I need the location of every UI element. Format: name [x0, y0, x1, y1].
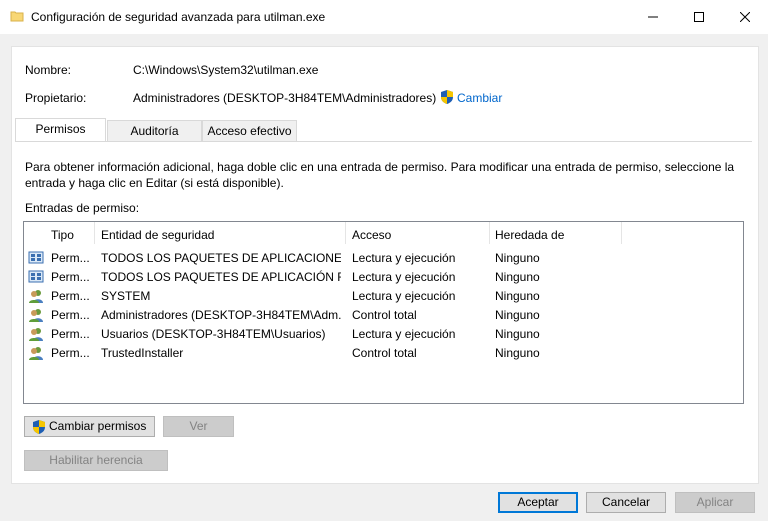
title-bar: Configuración de seguridad avanzada para… [0, 0, 768, 34]
tab-label: Acceso efectivo [207, 124, 292, 138]
cell-type: Perm... [51, 270, 90, 284]
cell-access: Control total [352, 308, 417, 322]
column-separator [94, 222, 95, 244]
cell-principal: SYSTEM [101, 289, 151, 303]
column-header-tipo[interactable]: Tipo [51, 227, 74, 243]
table-row[interactable]: Perm... TODOS LOS PAQUETES DE APLICACIÓN … [24, 268, 741, 287]
package-icon [28, 270, 44, 283]
cell-type: Perm... [51, 289, 90, 303]
view-button[interactable]: Ver [163, 416, 234, 437]
users-icon [29, 309, 43, 322]
cell-principal: TODOS LOS PAQUETES DE APLICACIÓN RE... [101, 270, 341, 284]
column-header-acceso[interactable]: Acceso [352, 227, 391, 243]
name-value: C:\Windows\System32\utilman.exe [133, 63, 319, 77]
cancel-button[interactable]: Cancelar [586, 492, 666, 513]
table-row[interactable]: Perm... SYSTEM Lectura y ejecución Ninguno [24, 287, 741, 306]
maximize-button[interactable] [676, 0, 722, 34]
cell-access: Lectura y ejecución [352, 270, 456, 284]
maximize-icon [694, 12, 704, 22]
close-button[interactable] [722, 0, 768, 34]
tab-divider [15, 141, 752, 142]
change-permissions-label: Cambiar permisos [49, 419, 147, 433]
accept-button[interactable]: Aceptar [498, 492, 578, 513]
cell-inherited: Ninguno [495, 308, 540, 322]
owner-value: Administradores (DESKTOP-3H84TEM\Adminis… [133, 91, 437, 105]
table-row[interactable]: Perm... Usuarios (DESKTOP-3H84TEM\Usuario… [24, 325, 741, 344]
column-separator [345, 222, 346, 244]
permission-entries-list[interactable]: Tipo Entidad de seguridad Acceso Heredad… [23, 221, 744, 404]
cell-principal: TODOS LOS PAQUETES DE APLICACIONES [101, 251, 341, 265]
enable-inheritance-button[interactable]: Habilitar herencia [24, 450, 168, 471]
change-owner-link[interactable]: Cambiar [457, 91, 502, 105]
users-icon [29, 290, 43, 303]
minimize-icon [648, 16, 658, 18]
folder-icon [10, 11, 24, 22]
name-label: Nombre: [25, 63, 72, 77]
cell-type: Perm... [51, 327, 90, 341]
cell-type: Perm... [51, 308, 90, 322]
column-header-entidad[interactable]: Entidad de seguridad [101, 227, 214, 243]
cell-type: Perm... [51, 346, 90, 360]
tab-auditoria[interactable]: Auditoría [107, 120, 202, 141]
window-title: Configuración de seguridad avanzada para… [31, 10, 326, 24]
tab-label: Auditoría [130, 124, 179, 138]
cell-inherited: Ninguno [495, 346, 540, 360]
cell-access: Control total [352, 346, 417, 360]
cell-principal: Usuarios (DESKTOP-3H84TEM\Usuarios) [101, 327, 326, 341]
cell-inherited: Ninguno [495, 327, 540, 341]
cell-access: Lectura y ejecución [352, 327, 456, 341]
apply-button[interactable]: Aplicar [675, 492, 755, 513]
minimize-button[interactable] [630, 0, 676, 34]
table-row[interactable]: Perm... TODOS LOS PAQUETES DE APLICACIONE… [24, 249, 741, 268]
package-icon [28, 251, 44, 264]
cell-inherited: Ninguno [495, 251, 540, 265]
cell-inherited: Ninguno [495, 270, 540, 284]
cell-principal: Administradores (DESKTOP-3H84TEM\Adm... [101, 308, 341, 322]
cell-access: Lectura y ejecución [352, 251, 456, 265]
users-icon [29, 347, 43, 360]
table-row[interactable]: Perm... TrustedInstaller Control total Ning… [24, 344, 741, 363]
cell-principal: TrustedInstaller [101, 346, 184, 360]
users-icon [29, 328, 43, 341]
table-row[interactable]: Perm... Administradores (DESKTOP-3H84TEM\… [24, 306, 741, 325]
tab-permisos[interactable]: Permisos [15, 118, 106, 141]
column-separator [621, 222, 622, 244]
tab-acceso-efectivo[interactable]: Acceso efectivo [202, 120, 297, 141]
column-header-heredada[interactable]: Heredada de [495, 227, 564, 243]
uac-shield-icon [33, 420, 45, 434]
owner-label: Propietario: [25, 91, 87, 105]
uac-shield-icon [441, 90, 453, 104]
column-separator [489, 222, 490, 244]
cell-type: Perm... [51, 251, 90, 265]
cell-access: Lectura y ejecución [352, 289, 456, 303]
instructions-text: Para obtener información adicional, haga… [25, 160, 735, 190]
close-icon [740, 12, 750, 22]
change-permissions-button[interactable]: Cambiar permisos [24, 416, 155, 437]
cell-inherited: Ninguno [495, 289, 540, 303]
tab-label: Permisos [35, 122, 86, 136]
entries-label: Entradas de permiso: [25, 201, 140, 215]
